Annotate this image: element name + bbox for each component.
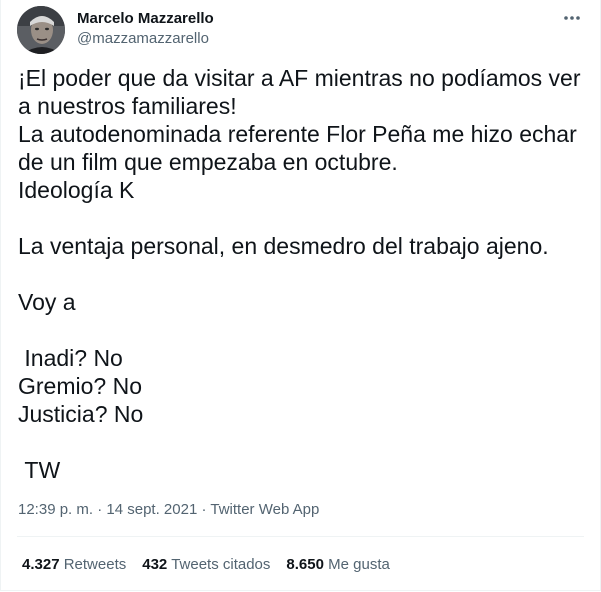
author-info: Marcelo Mazzarello @mazzamazzarello: [77, 9, 214, 49]
more-horizontal-icon: [564, 16, 580, 20]
retweets-count: 4.327: [22, 556, 60, 573]
tweet-metadata: 12:39 p. m. · 14 sept. 2021 · Twitter We…: [18, 500, 319, 520]
tweet-time[interactable]: 12:39 p. m.: [18, 501, 93, 518]
likes-count: 8.650: [286, 556, 324, 573]
divider: [17, 536, 584, 537]
engagement-stats: 4.327 Retweets 432 Tweets citados 8.650 Me…: [22, 555, 406, 575]
likes-label: Me gusta: [328, 556, 390, 573]
tweet-date[interactable]: 14 sept. 2021: [106, 501, 197, 518]
user-handle[interactable]: @mazzamazzarello: [77, 29, 214, 49]
tweet-source[interactable]: Twitter Web App: [210, 501, 319, 518]
retweets-stat[interactable]: 4.327 Retweets: [22, 555, 126, 575]
avatar[interactable]: [17, 6, 65, 54]
tweet-header: Marcelo Mazzarello @mazzamazzarello: [17, 6, 584, 54]
meta-separator: ·: [93, 501, 107, 518]
more-options-button[interactable]: [560, 8, 584, 28]
display-name[interactable]: Marcelo Mazzarello: [77, 9, 214, 29]
likes-stat[interactable]: 8.650 Me gusta: [286, 555, 389, 575]
quote-tweets-label: Tweets citados: [171, 556, 271, 573]
tweet-text: ¡El poder que da visitar a AF mientras n…: [18, 65, 581, 483]
retweets-label: Retweets: [63, 556, 127, 573]
quote-tweets-count: 432: [142, 556, 168, 573]
avatar-photo-icon: [17, 6, 65, 54]
quote-tweets-stat[interactable]: 432 Tweets citados: [142, 555, 270, 575]
meta-separator: ·: [197, 501, 211, 518]
tweet-card: Marcelo Mazzarello @mazzamazzarello ¡El …: [0, 0, 601, 591]
